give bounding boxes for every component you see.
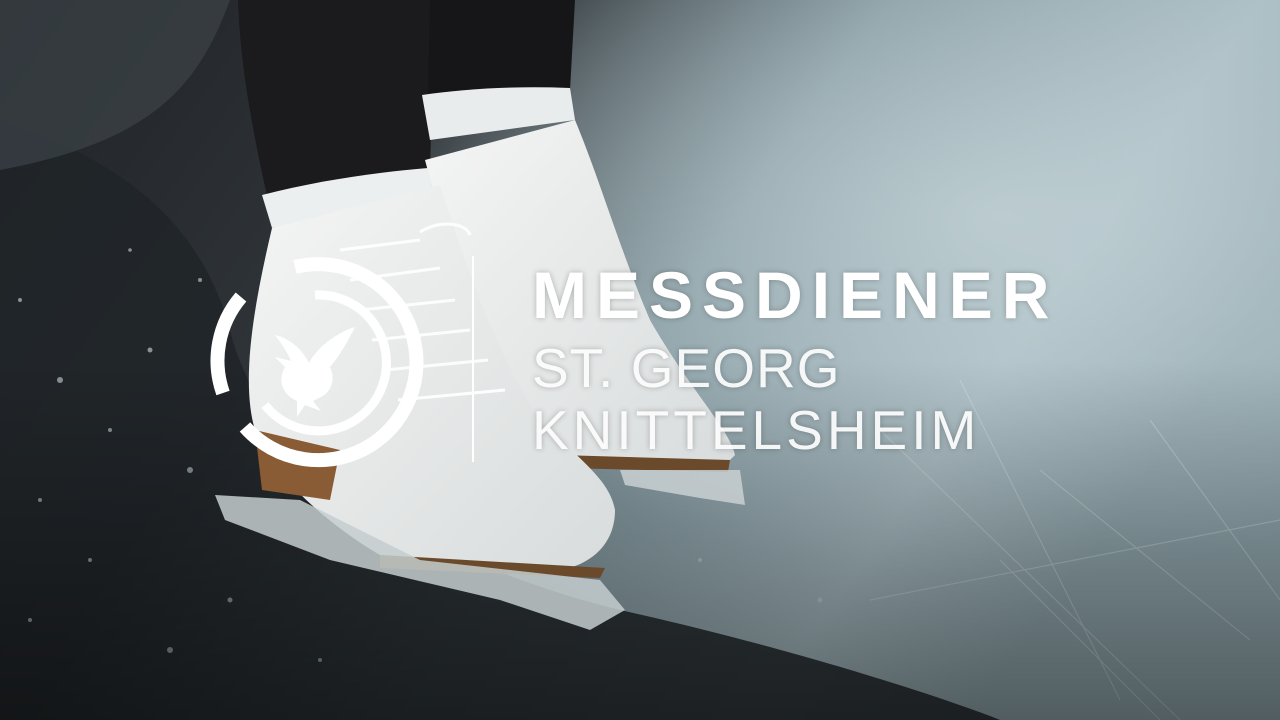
dove-in-circle-icon — [210, 257, 424, 468]
brand-subtitle-line1: ST. GEORG — [532, 337, 841, 399]
brand-subtitle-line2: KNITTELSHEIM — [532, 399, 981, 461]
brand-title: MESSDIENER — [532, 258, 1059, 332]
vertical-divider — [472, 256, 474, 462]
brand-overlay: MESSDIENER ST. GEORG KNITTELSHEIM — [0, 0, 1280, 720]
